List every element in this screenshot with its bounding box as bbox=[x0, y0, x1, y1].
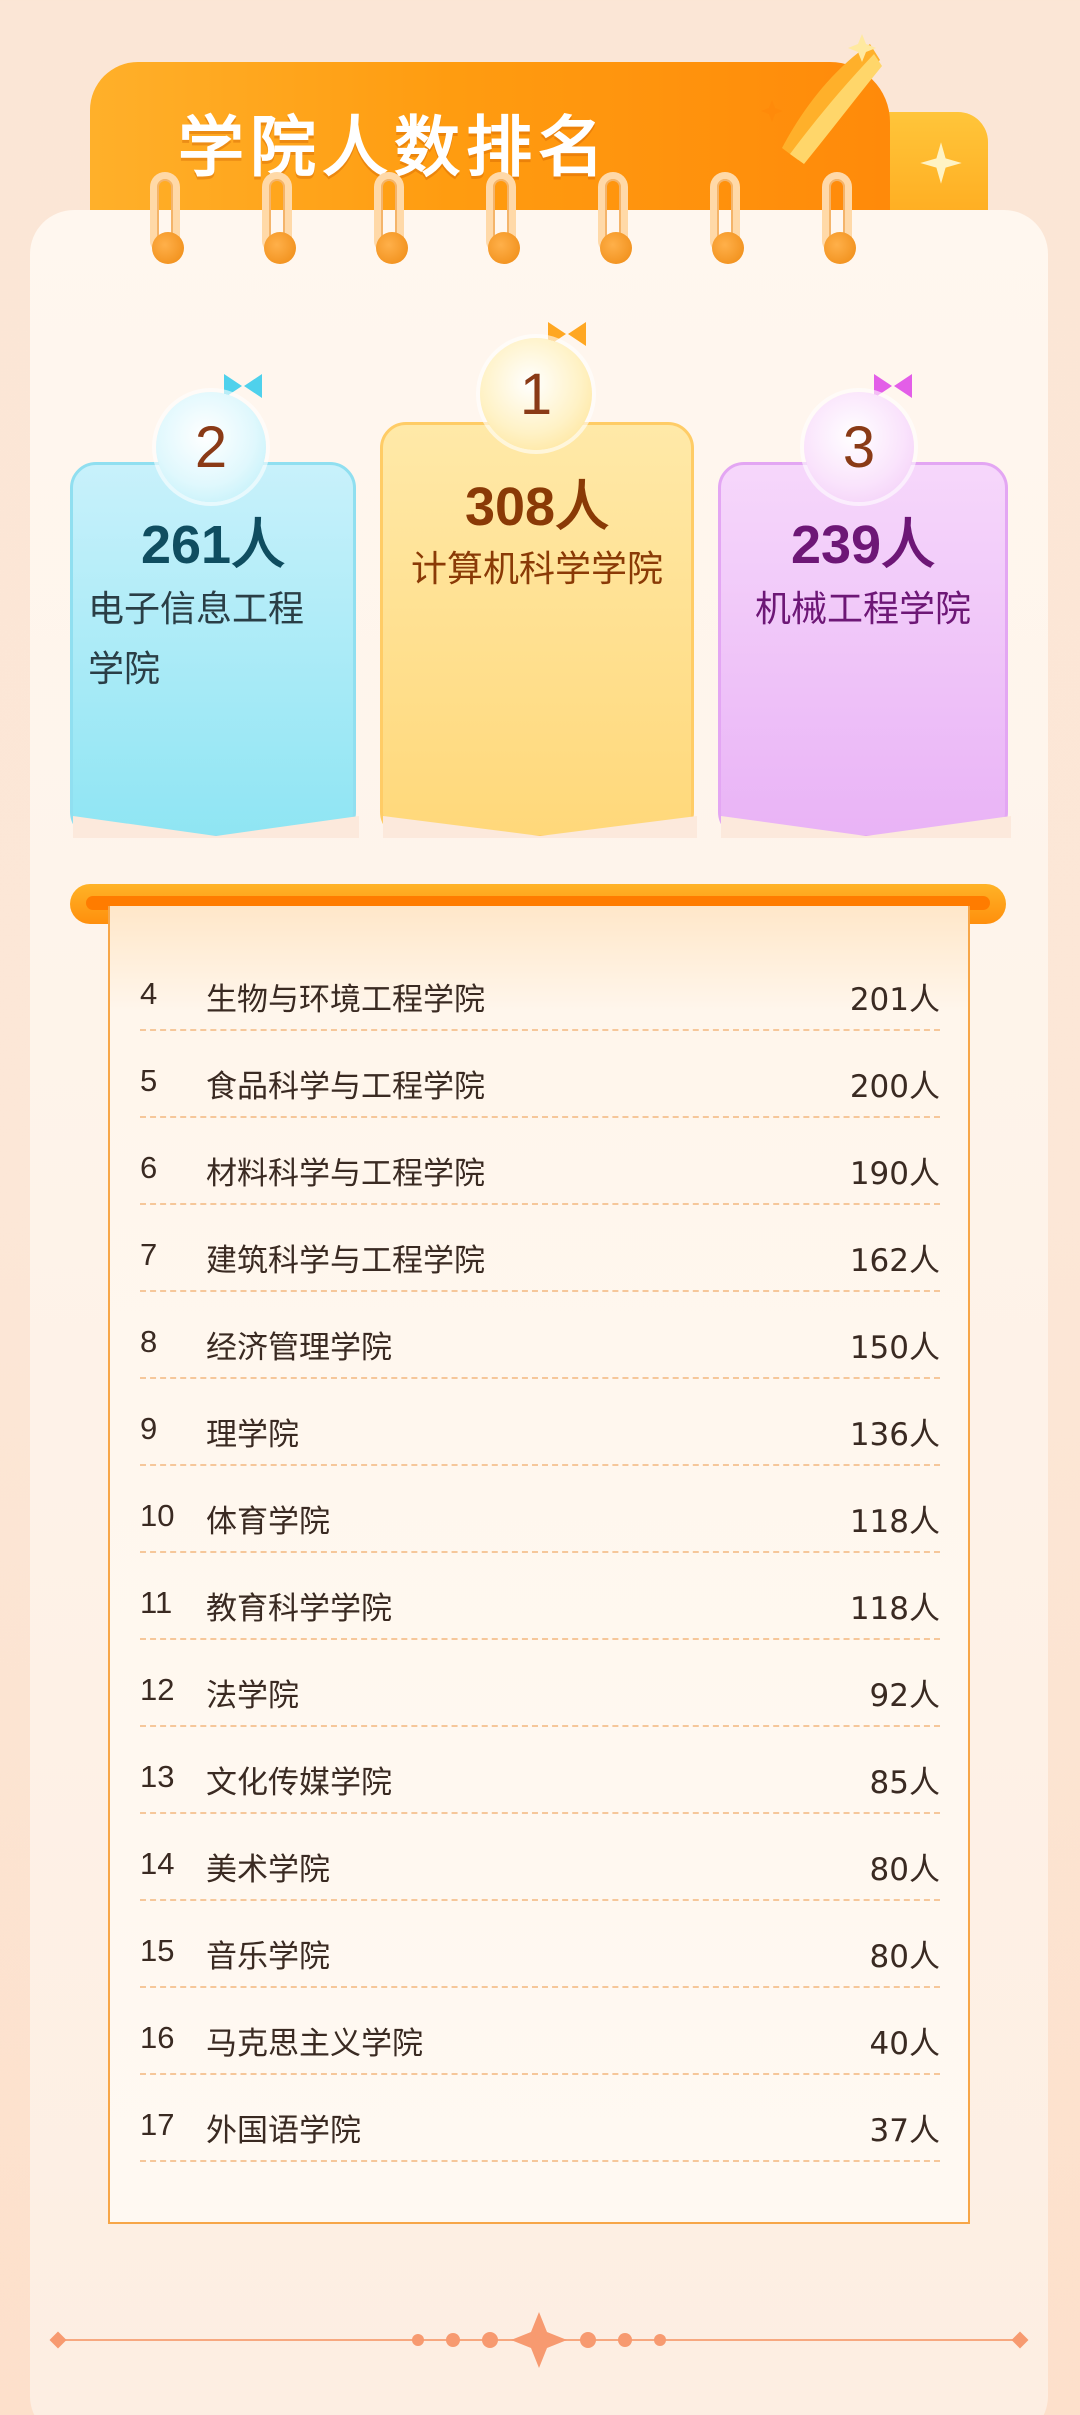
binder-ring-icon bbox=[260, 172, 296, 264]
ribbon-icon bbox=[761, 34, 882, 164]
list-rank: 7 bbox=[140, 1237, 158, 1272]
list-count: 85人 bbox=[869, 1765, 940, 1801]
list-college-name: 食品科学与工程学院 bbox=[206, 1069, 485, 1105]
podium-1-count: 308人 bbox=[464, 477, 610, 537]
list-rank: 4 bbox=[140, 976, 158, 1011]
list-item: 15 音乐学院 80人 bbox=[140, 1901, 940, 1988]
list-college-name: 体育学院 bbox=[206, 1504, 330, 1540]
list-rank: 9 bbox=[140, 1411, 158, 1446]
list-count: 190人 bbox=[849, 1156, 940, 1192]
list-count: 136人 bbox=[849, 1417, 940, 1453]
podium-2-name-line1: 电子信息工程 bbox=[88, 589, 305, 630]
card-notch bbox=[383, 816, 697, 838]
list-rank: 8 bbox=[140, 1324, 158, 1359]
bottom-divider bbox=[49, 2312, 1029, 2368]
list-college-name: 文化传媒学院 bbox=[206, 1765, 392, 1801]
list-rank: 14 bbox=[140, 1846, 175, 1881]
card-notch bbox=[73, 816, 359, 838]
list-college-name: 音乐学院 bbox=[206, 1939, 330, 1975]
binder-ring-icon bbox=[708, 172, 744, 264]
card-notch bbox=[721, 816, 1011, 838]
podium-2-name-line2: 学院 bbox=[88, 649, 161, 690]
list-college-name: 材料科学与工程学院 bbox=[206, 1156, 485, 1192]
list-count: 201人 bbox=[849, 982, 940, 1018]
podium-3-name: 机械工程学院 bbox=[754, 589, 971, 630]
list-item: 7 建筑科学与工程学院 162人 bbox=[140, 1205, 940, 1292]
binder-ring-icon bbox=[820, 172, 856, 264]
list-item: 10 体育学院 118人 bbox=[140, 1466, 940, 1553]
podium-3-count: 239人 bbox=[790, 515, 936, 575]
list-count: 92人 bbox=[869, 1678, 940, 1714]
list-college-name: 马克思主义学院 bbox=[206, 2026, 423, 2062]
list-count: 37人 bbox=[869, 2113, 940, 2149]
list-rank: 16 bbox=[140, 2020, 175, 2055]
list-college-name: 外国语学院 bbox=[206, 2113, 361, 2149]
list-rank: 10 bbox=[140, 1498, 175, 1533]
list-count: 80人 bbox=[869, 1939, 940, 1975]
list-item: 6 材料科学与工程学院 190人 bbox=[140, 1118, 940, 1205]
list-count: 118人 bbox=[849, 1591, 940, 1627]
list-item: 5 食品科学与工程学院 200人 bbox=[140, 1031, 940, 1118]
list-rank: 15 bbox=[140, 1933, 175, 1968]
list-item: 14 美术学院 80人 bbox=[140, 1814, 940, 1901]
list-item: 12 法学院 92人 bbox=[140, 1640, 940, 1727]
list-college-name: 生物与环境工程学院 bbox=[206, 982, 485, 1018]
podium-1-name: 计算机科学学院 bbox=[410, 549, 663, 590]
list-college-name: 法学院 bbox=[206, 1678, 299, 1714]
list-rank: 12 bbox=[140, 1672, 175, 1707]
binder-ring-icon bbox=[372, 172, 408, 264]
list-count: 200人 bbox=[849, 1069, 940, 1105]
binder-ring-icon bbox=[484, 172, 520, 264]
diamond-star-icon bbox=[511, 2312, 567, 2368]
list-count: 80人 bbox=[869, 1852, 940, 1888]
list-item: 11 教育科学学院 118人 bbox=[140, 1553, 940, 1640]
list-college-name: 美术学院 bbox=[206, 1852, 330, 1888]
list-count: 150人 bbox=[849, 1330, 940, 1366]
list-item: 4 生物与环境工程学院 201人 bbox=[140, 944, 940, 1031]
rank-2-medal: 2 bbox=[156, 392, 266, 502]
sparkle-icon bbox=[920, 142, 962, 184]
list-item: 16 马克思主义学院 40人 bbox=[140, 1988, 940, 2075]
list-item: 9 理学院 136人 bbox=[140, 1379, 940, 1466]
list-item: 8 经济管理学院 150人 bbox=[140, 1292, 940, 1379]
binder-ring-icon bbox=[596, 172, 632, 264]
list-item: 13 文化传媒学院 85人 bbox=[140, 1727, 940, 1814]
list-count: 162人 bbox=[849, 1243, 940, 1279]
list-item: 17 外国语学院 37人 bbox=[140, 2075, 940, 2162]
list-rank: 11 bbox=[140, 1585, 173, 1620]
list-rank: 6 bbox=[140, 1150, 158, 1185]
list-count: 40人 bbox=[869, 2026, 940, 2062]
list-rank: 13 bbox=[140, 1759, 175, 1794]
list-college-name: 建筑科学与工程学院 bbox=[206, 1243, 485, 1279]
rank-1-medal: 1 bbox=[480, 338, 592, 450]
list-count: 118人 bbox=[849, 1504, 940, 1540]
list-college-name: 理学院 bbox=[206, 1417, 299, 1453]
list-rank: 17 bbox=[140, 2107, 175, 2142]
rank-3-medal: 3 bbox=[804, 392, 914, 502]
ranking-list: 4 生物与环境工程学院 201人 5 食品科学与工程学院 200人 6 材料科学… bbox=[108, 906, 970, 2224]
binder-ring-icon bbox=[148, 172, 184, 264]
list-college-name: 经济管理学院 bbox=[206, 1330, 392, 1366]
list-rank: 5 bbox=[140, 1063, 158, 1098]
list-college-name: 教育科学学院 bbox=[206, 1591, 392, 1627]
podium-2-count: 261人 bbox=[140, 515, 286, 575]
